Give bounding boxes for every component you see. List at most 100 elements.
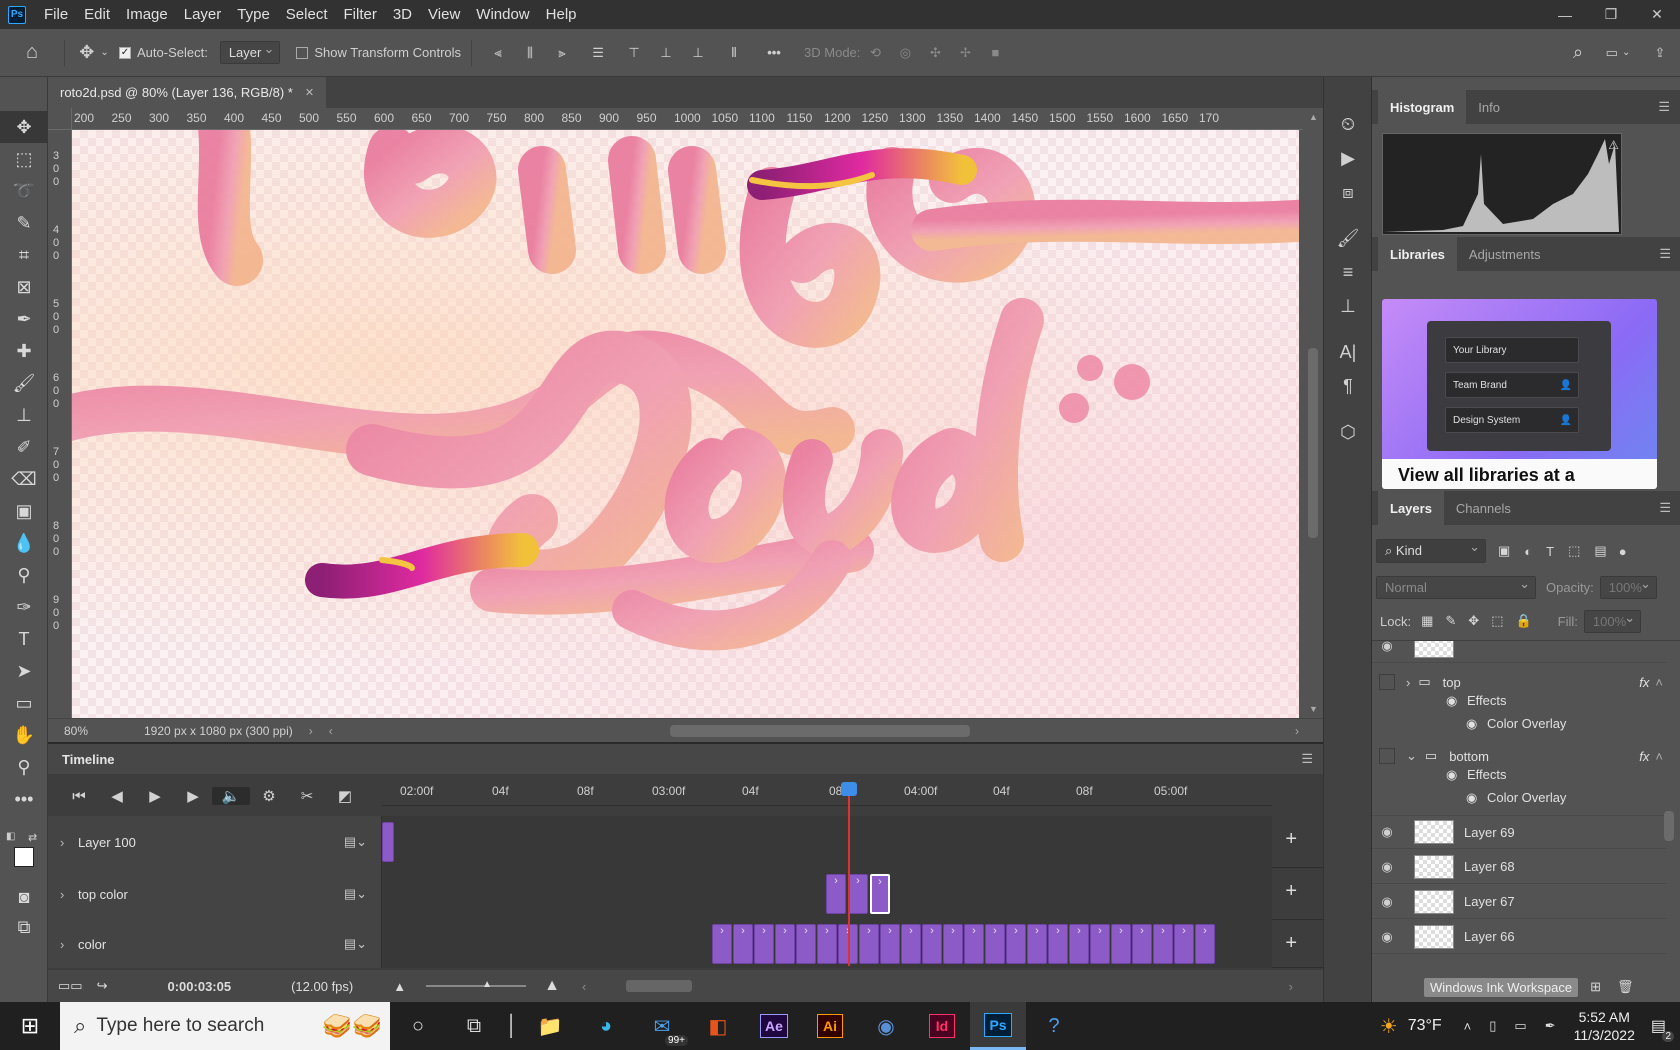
show-transform-controls-checkbox[interactable]: Show Transform Controls (296, 38, 461, 68)
visibility-eye-icon[interactable]: ◉ (1372, 929, 1402, 945)
tab-layers[interactable]: Layers (1378, 491, 1444, 525)
document-tab[interactable]: roto2d.psd @ 80% (Layer 136, RGB/8) * ✕ (48, 77, 327, 108)
layer-row[interactable]: ◉ (1372, 641, 1667, 663)
shape-filter-icon[interactable]: ⬚ (1568, 543, 1580, 559)
dodge-tool-icon[interactable]: ⚲ (0, 559, 48, 591)
history-brush-tool-icon[interactable]: ✐ (0, 431, 48, 463)
foreground-color-swatch[interactable] (14, 847, 34, 867)
move-tool-icon[interactable]: ✥ (0, 111, 48, 143)
video-clip[interactable]: › (796, 924, 816, 964)
layer-row[interactable]: ◉ Layer 69 (1372, 815, 1667, 849)
settings-gear-icon[interactable]: ⚙ (250, 787, 288, 805)
align-middle-icon[interactable]: ⊥ (650, 38, 682, 68)
close-window-button[interactable]: ✕ (1634, 0, 1680, 29)
hand-tool-icon[interactable]: ✋ (0, 719, 48, 751)
split-scissors-icon[interactable]: ✂ (288, 787, 326, 805)
chevron-up-icon[interactable]: ˄ (1655, 749, 1663, 764)
photoshop-taskbar-icon[interactable]: Ps (970, 1002, 1026, 1050)
mail-icon[interactable]: ✉ 99+ (634, 1002, 690, 1050)
video-clip[interactable]: › (848, 874, 868, 914)
share-icon[interactable]: ⇪ (1640, 38, 1680, 68)
task-view-icon[interactable]: ⧉ (446, 1002, 502, 1050)
menu-3d[interactable]: 3D (385, 6, 420, 23)
lock-all-icon[interactable]: 🔒 (1515, 613, 1531, 629)
video-clip[interactable]: › (754, 924, 774, 964)
fx-label[interactable]: fx (1639, 675, 1649, 690)
office-icon[interactable]: ◧ (690, 1002, 746, 1050)
slider-handle-icon[interactable]: ▲ (482, 979, 492, 990)
healing-brush-tool-icon[interactable]: ✚ (0, 335, 48, 367)
quick-select-tool-icon[interactable]: ✎ (0, 207, 48, 239)
film-strip-icon[interactable]: ▤⌄ (344, 886, 367, 902)
network-icon[interactable]: ▭ (1514, 1018, 1526, 1034)
chevron-right-icon[interactable]: › (60, 887, 78, 902)
timeline-title[interactable]: Timeline (62, 752, 115, 767)
move-tool-preset-icon[interactable]: ✥ ⌄ (69, 38, 119, 68)
lock-position-icon[interactable]: ✥ (1468, 613, 1479, 629)
home-icon[interactable]: ⌂ (0, 38, 64, 68)
edge-browser-icon[interactable]: ◕ (578, 1002, 634, 1050)
scroll-left-icon[interactable]: ‹ (329, 724, 333, 738)
character-icon[interactable]: A| (1324, 335, 1372, 369)
type-tool-icon[interactable]: T (0, 623, 48, 655)
next-frame-icon[interactable]: ▶ (174, 787, 212, 805)
marquee-tool-icon[interactable]: ⬚ (0, 143, 48, 175)
chevron-right-icon[interactable]: › (60, 937, 78, 952)
playhead-handle[interactable] (841, 782, 857, 796)
menu-type[interactable]: Type (229, 6, 278, 23)
audio-icon[interactable]: 🔈 (212, 787, 250, 805)
convert-frame-animation-icon[interactable]: ▭▭ (58, 978, 83, 994)
filter-toggle-icon[interactable]: ● (1619, 544, 1627, 559)
video-clip[interactable]: › (1132, 924, 1152, 964)
crop-tool-icon[interactable]: ⌗ (0, 239, 48, 271)
scroll-up-icon[interactable]: ▲ (1309, 112, 1318, 122)
effects-row[interactable]: ◉ Effects (1446, 767, 1506, 783)
horizontal-scrollbar-thumb[interactable] (670, 725, 970, 737)
menu-view[interactable]: View (420, 6, 468, 23)
windows-start-icon[interactable]: ⊞ (2, 1002, 58, 1050)
align-center-icon[interactable]: ⫼ (514, 38, 546, 68)
video-clip[interactable]: › (859, 924, 879, 964)
align-left-icon[interactable]: ⫷ (482, 38, 514, 68)
distribute-vertical-icon[interactable]: ⫴ (714, 38, 754, 68)
brushes-icon[interactable]: ≡ (1324, 255, 1372, 289)
fx-label[interactable]: fx (1639, 749, 1649, 764)
eye-icon[interactable]: ◉ (1466, 716, 1477, 731)
clone-stamp-tool-icon[interactable]: ⊥ (0, 399, 48, 431)
menu-layer[interactable]: Layer (176, 6, 230, 23)
layer-kind-filter[interactable]: ⌕ Kind (1376, 539, 1486, 563)
after-effects-icon[interactable]: Ae (746, 1002, 802, 1050)
menu-help[interactable]: Help (538, 6, 585, 23)
transition-icon[interactable]: ◩ (326, 787, 364, 805)
libraries-promo-card[interactable]: Your Library Team Brand 👤 Design System 👤 … (1382, 299, 1657, 489)
canvas[interactable] (72, 130, 1299, 718)
visibility-eye-icon[interactable]: ◉ (1372, 859, 1402, 875)
panel-menu-icon[interactable]: ☰ (1659, 500, 1671, 516)
first-frame-icon[interactable]: ⏮ (60, 788, 98, 805)
play-icon[interactable]: ▶ (136, 787, 174, 805)
panel-menu-icon[interactable]: ☰ (1658, 99, 1670, 115)
eraser-tool-icon[interactable]: ⌫ (0, 463, 48, 495)
video-clip[interactable]: › (712, 924, 732, 964)
video-clip[interactable]: › (1006, 924, 1026, 964)
3d-cube-icon[interactable]: ⧈ (1324, 175, 1372, 209)
edit-toolbar-icon[interactable]: ••• (0, 783, 48, 815)
panel-menu-icon[interactable]: ☰ (1301, 751, 1313, 767)
brush-tool-icon[interactable]: 🖌 (0, 367, 48, 399)
restore-button[interactable]: ❐ (1588, 0, 1634, 29)
auto-select-checkbox[interactable]: ✓ Auto-Select: (119, 38, 208, 68)
video-clip[interactable]: › (1153, 924, 1173, 964)
align-right-icon[interactable]: ⫸ (546, 38, 578, 68)
ruler-origin[interactable] (48, 108, 72, 130)
eye-icon[interactable]: ◉ (1466, 790, 1477, 805)
more-options-button[interactable]: ••• (754, 38, 794, 68)
screen-mode-icon[interactable]: ⧉ (0, 911, 48, 943)
canvas-vertical-scrollbar[interactable]: ▲ ▼ (1303, 108, 1323, 718)
brush-settings-icon[interactable]: 🖌 (1324, 221, 1372, 255)
delete-layer-icon[interactable]: 🗑 (1617, 979, 1634, 995)
selected-video-clip[interactable]: › (870, 874, 890, 914)
lock-artboard-icon[interactable]: ⬚ (1491, 613, 1503, 629)
effect-row[interactable]: ◉ Color Overlay (1466, 716, 1566, 732)
eyedropper-tool-icon[interactable]: ✒ (0, 303, 48, 335)
close-tab-icon[interactable]: ✕ (305, 86, 314, 99)
